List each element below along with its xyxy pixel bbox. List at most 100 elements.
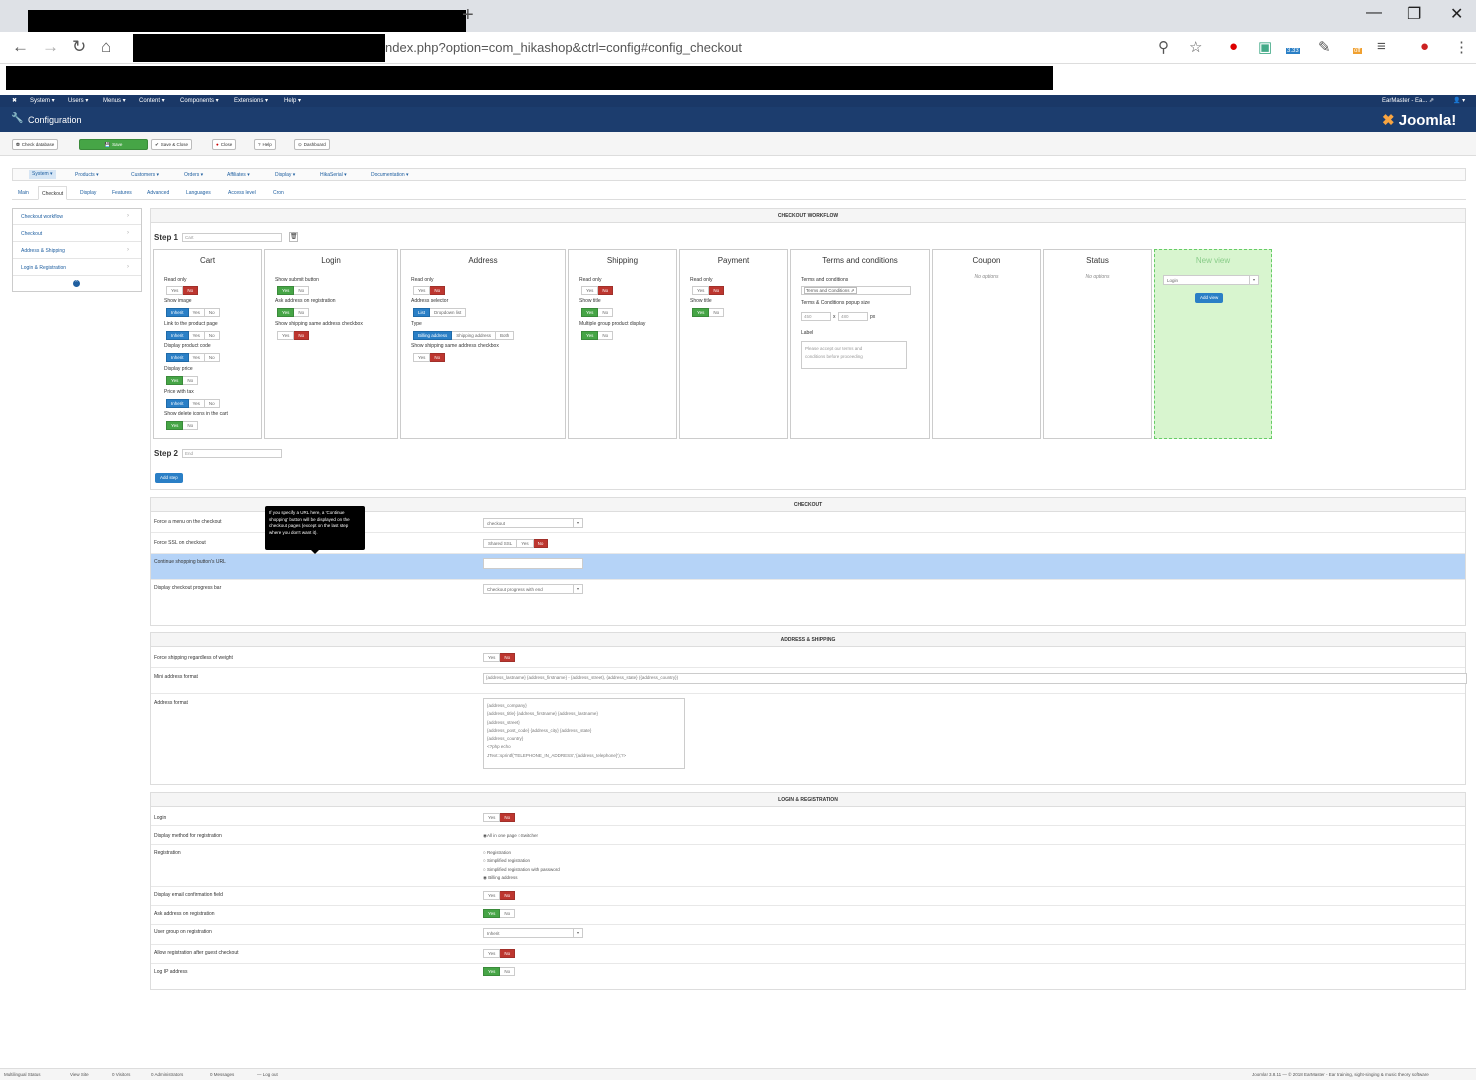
allow-after-guest-toggle[interactable]: Yes No — [483, 949, 516, 958]
log-ip-toggle[interactable]: Yes No — [483, 967, 516, 976]
side-item-login-registration[interactable]: Login & Registration › — [13, 260, 141, 276]
close-window-icon[interactable]: ✕ — [1450, 4, 1463, 24]
force-ssl-toggle[interactable]: Shared SSL Yes No — [483, 539, 549, 548]
menu-system[interactable]: System ▾ — [30, 97, 55, 104]
check-database-button[interactable]: ⛃ Check database — [12, 139, 59, 150]
continue-url-input[interactable] — [483, 558, 583, 569]
menu-content[interactable]: Content ▾ — [139, 97, 165, 104]
back-icon[interactable]: ← — [12, 37, 29, 57]
side-item-workflow[interactable]: Checkout workflow › — [13, 209, 141, 225]
tab-display[interactable]: Display — [80, 190, 96, 196]
login-shipping-same-toggle[interactable]: Yes No — [277, 331, 310, 340]
status-administrators[interactable]: 0 Administrators — [151, 1072, 183, 1077]
extension-icon[interactable]: ▣ — [1258, 38, 1272, 56]
terms-article-input[interactable]: Terms and Conditions ⇗ — [801, 286, 911, 295]
save-button[interactable]: 💾 Save — [79, 139, 148, 150]
new-tab-icon[interactable]: + — [462, 4, 474, 27]
restore-icon[interactable]: ❐ — [1407, 4, 1421, 24]
force-shipping-toggle[interactable]: Yes No — [483, 653, 516, 662]
hika-menu-system[interactable]: System ▾ — [29, 170, 56, 179]
mini-format-input[interactable]: {address_lastname} {address_firstname} -… — [483, 673, 1467, 684]
hika-menu-display[interactable]: Display ▾ — [275, 172, 295, 178]
joomla-icon[interactable]: ✖ — [12, 97, 17, 104]
address-shipping-same-toggle[interactable]: Yes No — [413, 353, 446, 362]
status-messages[interactable]: 0 Messages — [210, 1072, 234, 1077]
user-group-select[interactable]: Inherit ▾ — [483, 928, 583, 938]
cart-code-toggle[interactable]: Inherit Yes No — [166, 353, 220, 362]
tab-main[interactable]: Main — [18, 190, 29, 196]
tab-checkout[interactable]: Checkout — [38, 186, 68, 200]
terms-label-textarea[interactable]: Please accept our terms and conditions b… — [801, 341, 907, 369]
tab-cron[interactable]: Cron — [273, 190, 284, 196]
menu-extensions[interactable]: Extensions ▾ — [234, 97, 268, 104]
registration-option[interactable]: ○ Simplified registration — [483, 858, 530, 863]
hika-menu-documentation[interactable]: Documentation ▾ — [371, 172, 409, 178]
login-ask-address-toggle[interactable]: Yes No — [277, 308, 310, 317]
login-toggle[interactable]: Yes No — [483, 813, 516, 822]
cart-price-toggle[interactable]: Yes No — [166, 376, 199, 385]
opera-icon[interactable]: ● — [1229, 38, 1238, 55]
reload-icon[interactable]: ↻ — [72, 37, 86, 57]
shipping-multi-group-toggle[interactable]: Yes No — [581, 331, 614, 340]
dashboard-button[interactable]: ⊙ Dashboard — [294, 139, 330, 150]
home-icon[interactable]: ⌂ — [101, 37, 111, 57]
address-type-toggle[interactable]: Billing address Shipping address Both — [413, 331, 515, 340]
shipping-show-title-toggle[interactable]: Yes No — [581, 308, 614, 317]
tab-access-level[interactable]: Access level — [228, 190, 256, 196]
tab-languages[interactable]: Languages — [186, 190, 211, 196]
cart-link-toggle[interactable]: Inherit Yes No — [166, 331, 220, 340]
user-menu[interactable]: 👤 ▾ — [1453, 97, 1465, 104]
registration-option[interactable]: ○ Simplified registration with password — [483, 867, 560, 872]
address-format-textarea[interactable]: {address_company} {address_title} {addre… — [483, 698, 685, 769]
status-multilingual[interactable]: Multilingual Status — [4, 1072, 41, 1077]
menu-icon[interactable]: ⋮ — [1454, 38, 1469, 56]
eyedropper-icon[interactable]: ✎ — [1318, 38, 1331, 56]
progress-bar-select[interactable]: Checkout progress with end ▾ — [483, 584, 583, 594]
ask-address-toggle[interactable]: Yes No — [483, 909, 516, 918]
payment-read-only-toggle[interactable]: Yes No — [692, 286, 725, 295]
menu-components[interactable]: Components ▾ — [180, 97, 219, 104]
close-button[interactable]: ● Close — [212, 139, 237, 150]
hika-menu-customers[interactable]: Customers ▾ — [131, 172, 159, 178]
side-item-checkout[interactable]: Checkout › — [13, 226, 141, 242]
payment-show-title-toggle[interactable]: Yes No — [692, 308, 725, 317]
step1-name-input[interactable]: Cart — [182, 233, 282, 242]
step2-name-input[interactable]: End — [182, 449, 282, 458]
url-text[interactable]: ndex.php?option=com_hikashop&ctrl=config… — [385, 40, 742, 55]
scroll-top-icon[interactable]: ⌃ — [73, 280, 80, 287]
forward-icon[interactable]: → — [42, 37, 59, 57]
cart-read-only-toggle[interactable]: Yes No — [166, 286, 199, 295]
new-view-select[interactable]: Login ▾ — [1163, 275, 1259, 285]
cart-tax-toggle[interactable]: Inherit Yes No — [166, 399, 220, 408]
zoom-icon[interactable]: ⚲ — [1158, 38, 1169, 56]
minimize-icon[interactable]: — — [1366, 4, 1382, 22]
email-confirm-toggle[interactable]: Yes No — [483, 891, 516, 900]
star-icon[interactable]: ☆ — [1189, 38, 1202, 56]
registration-option[interactable]: ◉ Billing address — [483, 875, 517, 881]
cart-show-image-toggle[interactable]: Inherit Yes No — [166, 308, 220, 317]
login-submit-toggle[interactable]: Yes No — [277, 286, 310, 295]
add-step-button[interactable]: Add step — [155, 473, 183, 483]
tab-advanced[interactable]: Advanced — [147, 190, 169, 196]
help-button[interactable]: ? Help — [254, 139, 276, 150]
profile-icon[interactable]: ● — [1420, 38, 1429, 55]
site-link[interactable]: EarMaster - Ea... ⇗ — [1382, 97, 1434, 104]
layers-icon[interactable]: ≡ — [1377, 38, 1386, 55]
menu-menus[interactable]: Menus ▾ — [103, 97, 126, 104]
hika-menu-orders[interactable]: Orders ▾ — [184, 172, 203, 178]
registration-option[interactable]: ○ Registration — [483, 850, 511, 855]
force-menu-select[interactable]: checkout ▾ — [483, 518, 583, 528]
popup-height-input[interactable]: 480 — [838, 312, 868, 321]
hika-menu-hikaserial[interactable]: HikaSerial ▾ — [320, 172, 347, 178]
tab-features[interactable]: Features — [112, 190, 132, 196]
status-view-site[interactable]: View Site — [70, 1072, 89, 1077]
menu-users[interactable]: Users ▾ — [68, 97, 88, 104]
cart-delete-toggle[interactable]: Yes No — [166, 421, 199, 430]
side-item-address-shipping[interactable]: Address & Shipping › — [13, 243, 141, 259]
save-close-button[interactable]: ✔ Save & Close — [151, 139, 193, 150]
hika-menu-affiliates[interactable]: Affiliates ▾ — [227, 172, 250, 178]
status-visitors[interactable]: 0 Visitors — [112, 1072, 130, 1077]
add-view-button[interactable]: Add view — [1195, 293, 1224, 303]
status-logout[interactable]: — Log out — [257, 1072, 278, 1077]
trash-icon[interactable]: 🗑 — [289, 232, 298, 242]
